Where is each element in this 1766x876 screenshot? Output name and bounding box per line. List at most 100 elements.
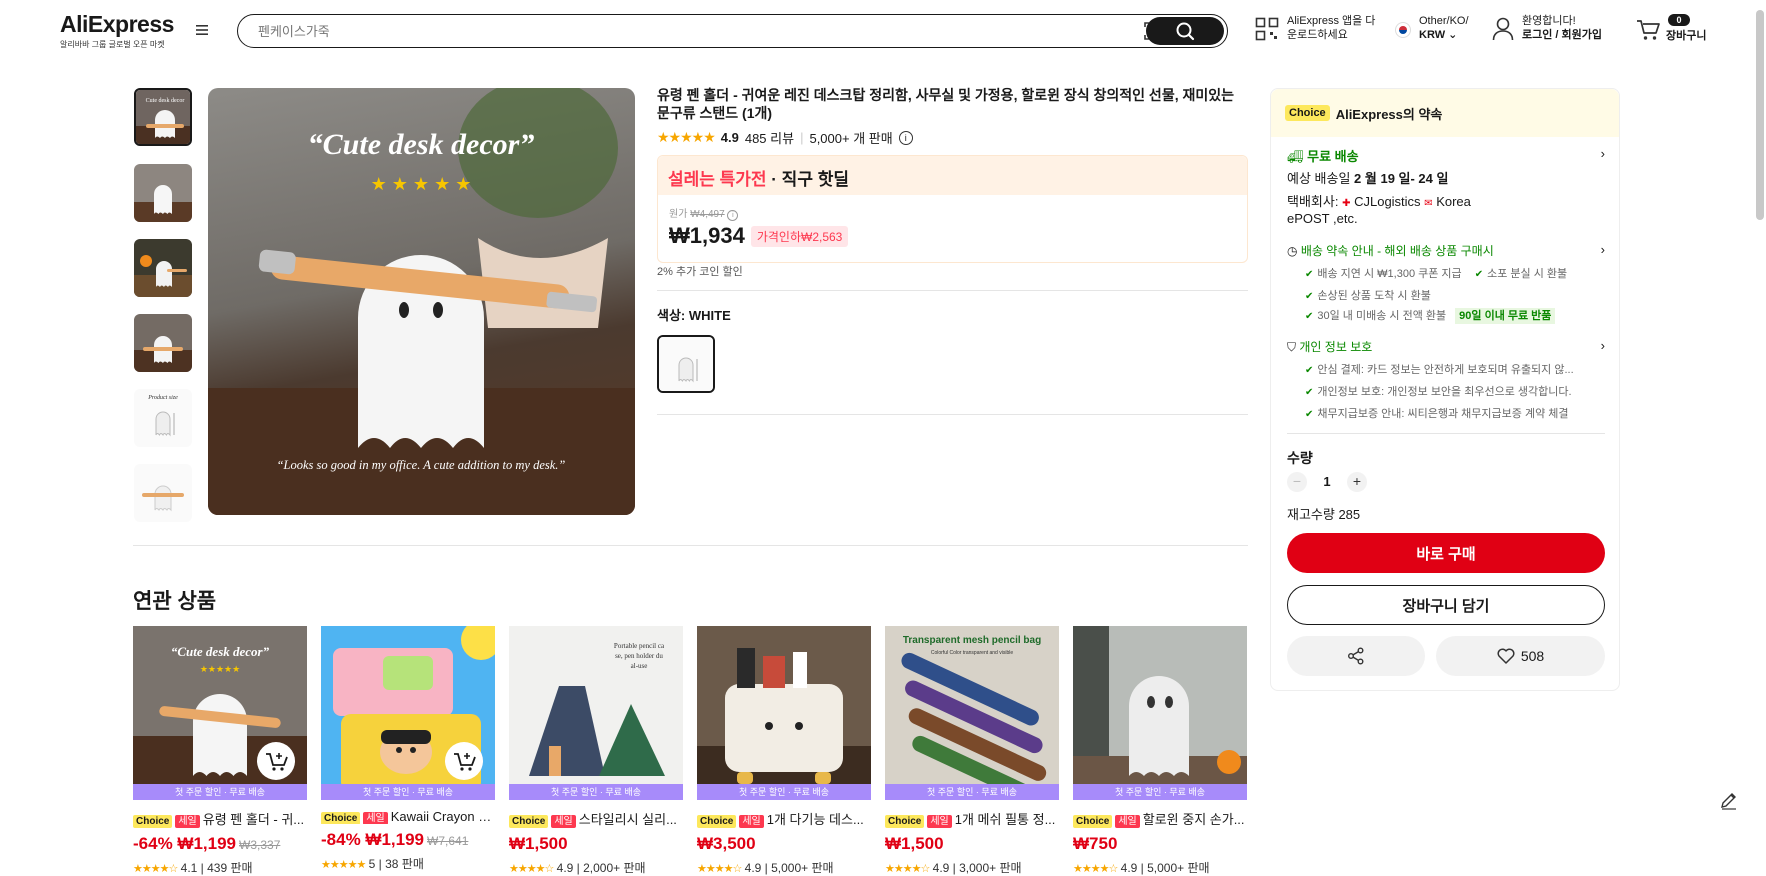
qty-increase-button[interactable]: + bbox=[1347, 472, 1367, 492]
original-price: ₩3,337 bbox=[239, 838, 281, 852]
privacy-text-3: 채무지급보증 안내: 씨티은행과 채무지급보증 계약 체결 bbox=[1317, 408, 1569, 420]
hamburger-menu-icon[interactable] bbox=[195, 24, 209, 36]
rating-stars-icon: ★★★★★ bbox=[321, 859, 366, 871]
sale-tag: 세일 bbox=[551, 815, 576, 828]
promo-label: · 직구 핫딜 bbox=[766, 170, 849, 189]
sale-tag: 세일 bbox=[927, 815, 952, 828]
choice-tag: Choice bbox=[321, 812, 361, 824]
free-shipping-row[interactable]: 🚚︎ 무료 배송 bbox=[1287, 146, 1359, 165]
svg-text:Cute desk decor: Cute desk decor bbox=[146, 98, 185, 104]
price-info-icon[interactable]: i bbox=[727, 210, 739, 221]
price-cut-badge: 가격인하₩2,563 bbox=[750, 225, 849, 247]
aliexpress-logo[interactable]: AliExpress 알리바바 그룹 글로벌 오픈 마켓 bbox=[60, 11, 174, 50]
related-product-image[interactable]: 첫 주문 할인 · 무료 배송 bbox=[321, 626, 495, 800]
thumbnail-4[interactable] bbox=[134, 314, 192, 372]
product-name: Kawaii Crayon S... bbox=[390, 809, 495, 824]
related-product-image[interactable]: 첫 주문 할인 · 무료 배송 bbox=[1073, 626, 1247, 800]
app-download-line1: AliExpress 앱을 다 bbox=[1287, 15, 1376, 27]
guarantee-item-1: ✔ 배송 지연 시 ₩1,300 쿠폰 지급 ✔ 소포 분실 시 환불 bbox=[1305, 265, 1567, 281]
rating-sold: 4.9 | 5,000+ 판매 bbox=[1120, 861, 1210, 875]
share-icon bbox=[1348, 647, 1364, 665]
main-image-quote: “Looks so good in my office. A cute addi… bbox=[277, 458, 566, 472]
color-swatch-white[interactable] bbox=[657, 335, 715, 393]
related-product-image[interactable]: 첫 주문 할인 · 무료 배송 bbox=[697, 626, 871, 800]
delivery-guarantee-row[interactable]: ◷ 배송 약속 안내 - 해외 배송 상품 구매시 bbox=[1287, 242, 1494, 259]
related-product-image[interactable]: Transparent mesh pencil bag Colorful Col… bbox=[885, 626, 1059, 800]
related-product-image[interactable]: Portable pencil ca se, pen holder du al-… bbox=[509, 626, 683, 800]
qty-decrease-button[interactable]: − bbox=[1287, 472, 1307, 492]
login-signup-link[interactable]: 로그인 / 회원가입 bbox=[1522, 28, 1602, 42]
thumbnail-3[interactable] bbox=[134, 239, 192, 297]
privacy-text-2: 개인정보 보호: 개인정보 보안을 최우선으로 생각합니다. bbox=[1317, 386, 1572, 398]
silicone-pencil-case-image: Portable pencil ca se, pen holder du al-… bbox=[509, 626, 683, 800]
chevron-right-icon[interactable]: › bbox=[1601, 338, 1605, 353]
product-size-thumbnail: Product size bbox=[134, 389, 192, 447]
thumbnail-5[interactable]: Product size bbox=[134, 389, 192, 447]
product-name: 1개 다기능 데스... bbox=[766, 812, 864, 827]
thumbnail-6[interactable] bbox=[134, 464, 192, 522]
rating-sold: 4.9 | 5,000+ 판매 bbox=[744, 861, 834, 875]
chevron-right-icon[interactable]: › bbox=[1601, 146, 1605, 161]
promo-strip: 첫 주문 할인 · 무료 배송 bbox=[321, 784, 495, 800]
related-product-card[interactable]: 첫 주문 할인 · 무료 배송 Choice 세일 Kawaii Crayon S.… bbox=[321, 626, 495, 872]
original-price: ₩7,641 bbox=[427, 834, 469, 848]
related-product-card[interactable]: 첫 주문 할인 · 무료 배송 Choice 세일 1개 다기능 데스... ₩3,… bbox=[697, 626, 871, 876]
rating-row: ★★★★★ 4.9 485 리뷰 | 5,000+ 개 판매 i bbox=[657, 128, 913, 147]
qty-value[interactable]: 1 bbox=[1317, 474, 1337, 489]
related-product-card[interactable]: Transparent mesh pencil bag Colorful Col… bbox=[885, 626, 1059, 876]
main-product-image[interactable]: “Cute desk decor” ★ ★ ★ ★ ★ “Looks so go… bbox=[208, 88, 635, 515]
review-count[interactable]: 485 리뷰 bbox=[745, 128, 794, 147]
add-to-cart-fab[interactable] bbox=[445, 742, 483, 780]
cart-count-badge: 0 bbox=[1668, 14, 1690, 26]
rating-value: 4.9 bbox=[720, 130, 739, 145]
rating-stars-icon: ★★★★☆ bbox=[885, 863, 930, 875]
delivery-prefix: 예상 배송일 bbox=[1287, 171, 1351, 186]
add-to-cart-fab[interactable] bbox=[257, 742, 295, 780]
app-download[interactable]: AliExpress 앱을 다 운로드하세요 bbox=[1255, 14, 1375, 42]
guarantee-text-3: 손상된 상품 도착 시 환불 bbox=[1317, 290, 1431, 302]
card-image-stars: ★★★★★ bbox=[200, 664, 240, 674]
wishlist-button[interactable]: 508 bbox=[1436, 636, 1605, 676]
thumbnail-2[interactable] bbox=[134, 164, 192, 222]
rating-stars-icon: ★★★★★ bbox=[657, 129, 716, 145]
product-name: 유령 펜 홀더 - 귀... bbox=[202, 812, 305, 827]
info-icon[interactable]: i bbox=[898, 130, 913, 145]
product-price: ₩1,500 bbox=[885, 834, 944, 853]
promise-header: Choice AliExpress의 약속 bbox=[1271, 89, 1619, 137]
privacy-row[interactable]: ⛉ 개인 정보 보호 bbox=[1287, 338, 1372, 355]
page-scrollbar[interactable] bbox=[1756, 10, 1764, 220]
svg-text:Portable pencil ca: Portable pencil ca bbox=[614, 642, 665, 650]
related-product-card[interactable]: Portable pencil ca se, pen holder du al-… bbox=[509, 626, 683, 876]
product-name: 할로윈 중지 손가... bbox=[1142, 812, 1245, 827]
privacy-text-1: 안심 결제: 카드 정보는 안전하게 보호되며 유출되지 않... bbox=[1317, 364, 1574, 376]
choice-tag: Choice bbox=[697, 815, 737, 828]
product-size-caption: Product size bbox=[147, 395, 178, 401]
thumbnail-1[interactable]: Cute desk decor bbox=[134, 88, 192, 146]
svg-text:Transparent mesh pencil bag: Transparent mesh pencil bag bbox=[903, 635, 1041, 646]
coin-discount: 2% 추가 코인 할인 bbox=[657, 266, 743, 278]
chevron-right-icon[interactable]: › bbox=[1601, 242, 1605, 257]
search-button[interactable] bbox=[1146, 17, 1224, 45]
clock-shield-icon: ◷ bbox=[1287, 244, 1298, 258]
mesh-pencil-bag-image: Transparent mesh pencil bag Colorful Col… bbox=[885, 626, 1059, 800]
korea-post-logo-icon: ✉ bbox=[1424, 198, 1433, 209]
related-products-title: 연관 상품 bbox=[133, 590, 217, 613]
free-shipping-title: 무료 배송 bbox=[1307, 149, 1359, 164]
search-input[interactable] bbox=[258, 21, 1138, 41]
edit-pencil-icon[interactable] bbox=[1718, 789, 1740, 811]
choice-tag: Choice bbox=[1073, 815, 1113, 828]
promise-title: AliExpress의 약속 bbox=[1335, 106, 1443, 122]
current-price: ₩1,934 bbox=[669, 223, 745, 248]
promo-strip: 첫 주문 할인 · 무료 배송 bbox=[885, 784, 1059, 800]
related-product-image[interactable]: “Cute desk decor” ★★★★★ 첫 주문 할인 · 무료 배송 bbox=[133, 626, 307, 800]
add-to-cart-button[interactable]: 장바구니 담기 bbox=[1287, 585, 1605, 625]
related-product-card[interactable]: “Cute desk decor” ★★★★★ 첫 주문 할인 · 무료 배송 … bbox=[133, 626, 307, 876]
svg-text:se, pen holder du: se, pen holder du bbox=[615, 652, 663, 660]
share-button[interactable] bbox=[1287, 636, 1425, 676]
related-product-card[interactable]: 첫 주문 할인 · 무료 배송 Choice 세일 할로윈 중지 손가... ₩75… bbox=[1073, 626, 1247, 876]
account-menu[interactable]: 환영합니다! 로그인 / 회원가입 bbox=[1492, 14, 1602, 42]
region-selector[interactable]: Other/KO/ KRW ⌄ bbox=[1395, 14, 1469, 42]
user-icon bbox=[1492, 17, 1514, 41]
buy-now-button[interactable]: 바로 구매 bbox=[1287, 533, 1605, 573]
sale-tag: 세일 bbox=[1115, 815, 1140, 828]
